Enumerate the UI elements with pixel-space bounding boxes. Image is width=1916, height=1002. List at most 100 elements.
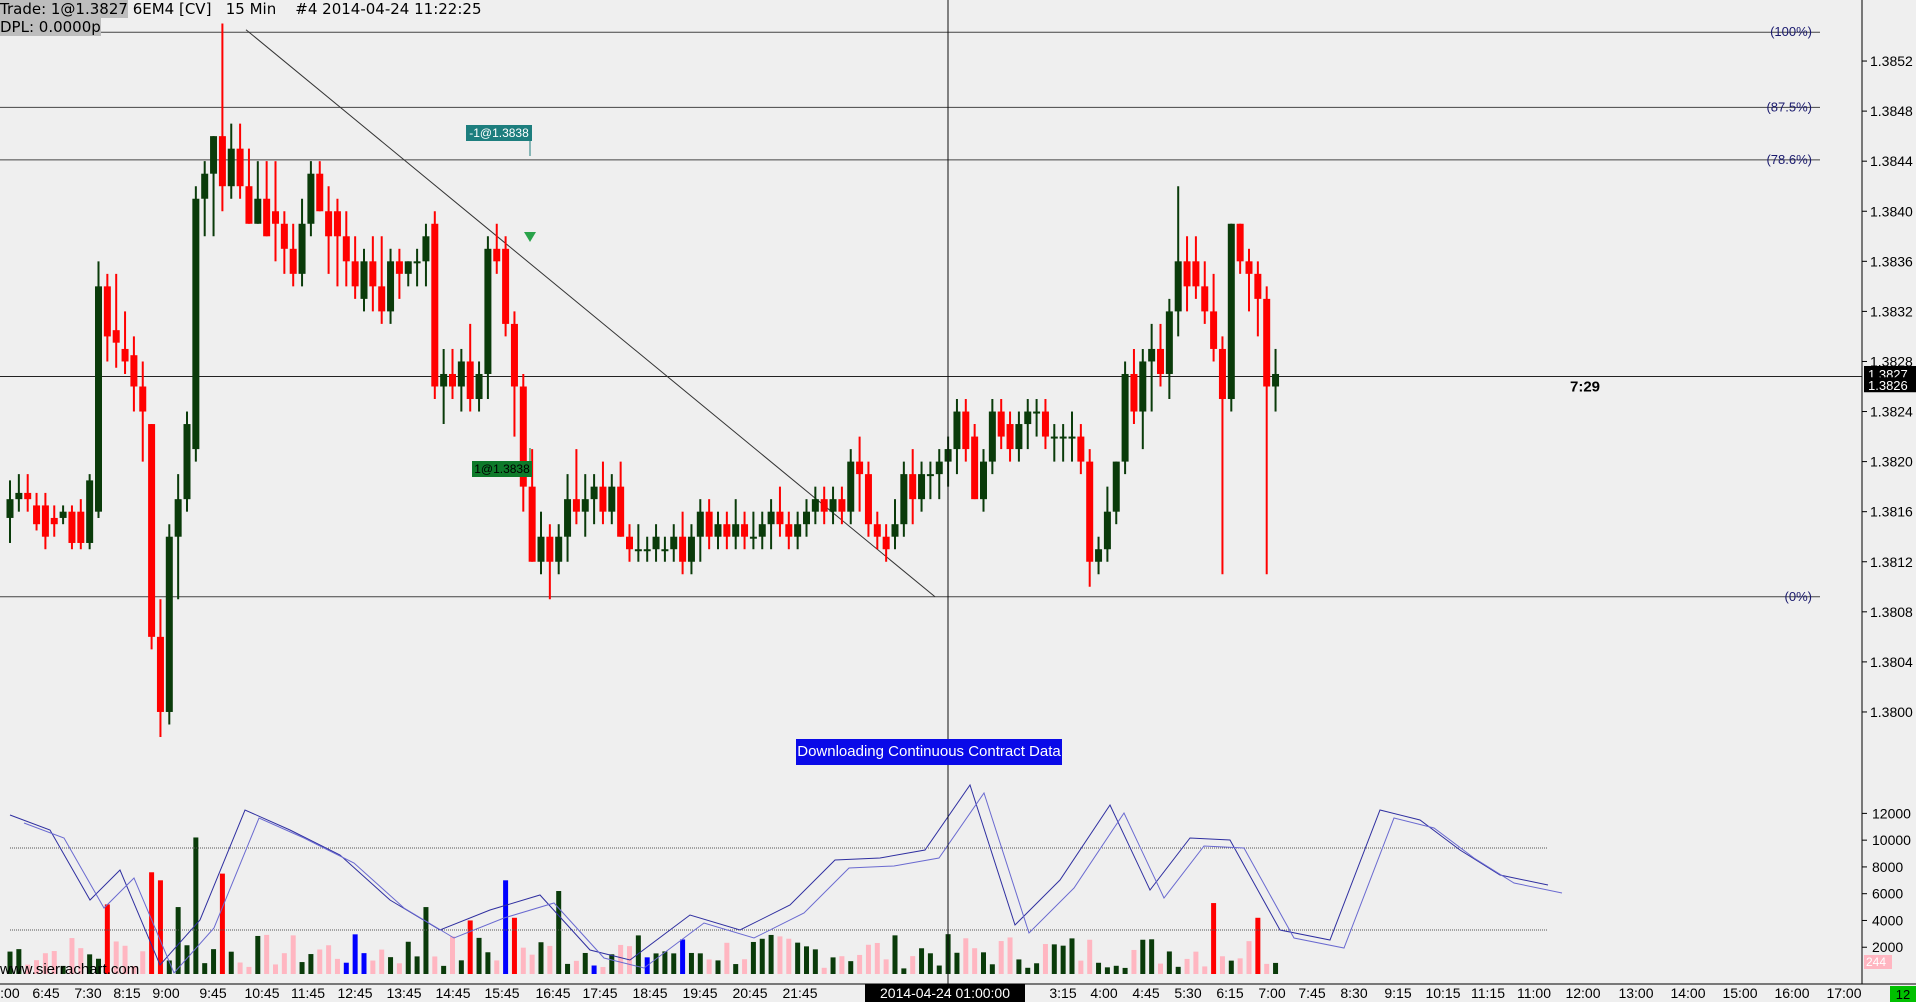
cursor-time-label: 2014-04-24 01:00:00 bbox=[880, 985, 1010, 1001]
candle-body bbox=[590, 486, 598, 500]
candle-body bbox=[749, 536, 757, 539]
volume-bar bbox=[742, 959, 748, 974]
candle-body bbox=[1272, 373, 1280, 387]
candle-body bbox=[1095, 549, 1103, 562]
candle-body bbox=[165, 536, 173, 712]
time-tick-label: 16:00 bbox=[1774, 985, 1809, 1001]
candle-body bbox=[1227, 223, 1235, 400]
time-tick-label: 14:45 bbox=[435, 985, 470, 1001]
candle-body bbox=[502, 248, 510, 324]
time-tick-label: 3:15 bbox=[1049, 985, 1076, 1001]
candle-body bbox=[1121, 373, 1129, 462]
candle-body bbox=[484, 248, 492, 374]
chart-header: Trade: 1@1.3827 6EM4 [CV] 15 Min #4 2014… bbox=[0, 0, 482, 36]
volume-bar bbox=[423, 907, 429, 974]
volume-bar bbox=[326, 945, 332, 974]
symbol-label: 6EM4 [CV] bbox=[132, 0, 212, 18]
time-tick-label: 8:30 bbox=[1340, 985, 1367, 1001]
fib-levels: (100%) (87.5%) (78.6%) (0%) bbox=[0, 24, 1862, 604]
candle-body bbox=[528, 486, 536, 562]
volume-bar bbox=[308, 954, 314, 974]
candle-body bbox=[378, 286, 386, 312]
volume-tick-label: 12000 bbox=[1872, 805, 1911, 821]
candle-body bbox=[440, 373, 448, 387]
volume-bar bbox=[998, 941, 1004, 974]
price-tick-label: 1.3824 bbox=[1870, 404, 1913, 420]
candle-body bbox=[360, 261, 368, 299]
candle-body bbox=[864, 474, 872, 525]
entry-arrow-icon bbox=[524, 232, 536, 242]
volume-bar bbox=[981, 952, 986, 974]
candle-body bbox=[705, 511, 713, 537]
volume-bar bbox=[848, 961, 854, 974]
time-tick-label: 9:45 bbox=[199, 985, 226, 1001]
bar-countdown: 7:29 bbox=[1570, 379, 1600, 396]
candle-body bbox=[1068, 436, 1076, 439]
candle-body bbox=[891, 524, 899, 537]
volume-bar bbox=[334, 958, 340, 974]
volume-bar bbox=[299, 962, 305, 974]
volume-bar bbox=[1096, 962, 1102, 974]
candle-body bbox=[236, 148, 244, 187]
candle-body bbox=[493, 248, 501, 262]
time-tick-label: 15:00 bbox=[1722, 985, 1757, 1001]
candle-body bbox=[1157, 348, 1164, 374]
volume-bar bbox=[591, 965, 597, 974]
candle-body bbox=[307, 173, 315, 224]
candle-body bbox=[882, 536, 890, 550]
volume-bar bbox=[1034, 963, 1040, 974]
candle-body bbox=[794, 524, 802, 537]
volume-tick-label: 6000 bbox=[1872, 886, 1903, 902]
volume-bar bbox=[237, 962, 243, 974]
price-chart[interactable]: (100%)(87.5%)(78.6%)(0%) 7:29 1.38521.38… bbox=[0, 0, 1916, 1002]
volume-bar bbox=[910, 956, 916, 974]
trade-label: Trade: 1@1.3827 bbox=[0, 0, 128, 18]
price-tick-label: 1.3816 bbox=[1870, 504, 1913, 520]
volume-bar bbox=[1237, 958, 1243, 974]
trendline[interactable]: 7:29 bbox=[245, 29, 1600, 598]
time-tick-label: 10:15 bbox=[1425, 985, 1460, 1001]
time-tick-label: 13:45 bbox=[386, 985, 421, 1001]
volume-bar bbox=[379, 949, 385, 974]
candle-body bbox=[24, 492, 32, 500]
volume-bar bbox=[1087, 939, 1093, 974]
candle-body bbox=[599, 486, 607, 512]
candle-body bbox=[626, 536, 633, 550]
time-tick-label: 9:00 bbox=[152, 985, 179, 1001]
volume-bar bbox=[573, 960, 579, 974]
volume-bar bbox=[1051, 944, 1057, 974]
price-tick-label: 1.3840 bbox=[1870, 203, 1913, 219]
chart-root[interactable]: (100%) (87.5%) (78.6%) (0%) 7:29 1.3852 1.38… bbox=[0, 0, 1916, 1002]
time-tick-label: 6:00 bbox=[0, 985, 20, 1001]
volume-bar bbox=[264, 934, 270, 974]
time-tick-label: 11:00 bbox=[1517, 985, 1551, 1001]
candle-body bbox=[475, 373, 483, 400]
candle-body bbox=[333, 211, 341, 237]
time-tick-label: 8:15 bbox=[113, 985, 140, 1001]
volume-bar bbox=[812, 949, 818, 974]
volume-bar bbox=[830, 957, 836, 974]
candle-body bbox=[537, 536, 545, 562]
candle-body bbox=[1059, 436, 1067, 439]
candle-body bbox=[263, 198, 271, 237]
candle-body bbox=[1218, 348, 1226, 400]
volume-bar bbox=[255, 935, 261, 974]
candle-body bbox=[1210, 311, 1218, 349]
candle-body bbox=[1254, 273, 1262, 299]
candle-body bbox=[404, 261, 412, 274]
timeframe-label: 15 Min bbox=[225, 0, 277, 18]
candle-body bbox=[413, 261, 421, 264]
candle-body bbox=[387, 261, 395, 312]
time-tick-label: 9:15 bbox=[1384, 985, 1411, 1001]
candle-body bbox=[431, 223, 439, 387]
candle-body bbox=[785, 524, 793, 537]
time-tick-label: 6:15 bbox=[1216, 985, 1243, 1001]
candle-body bbox=[1086, 461, 1094, 562]
time-tick-label: 17:45 bbox=[582, 985, 617, 1001]
candle-body bbox=[351, 261, 359, 287]
trendline-segment[interactable] bbox=[245, 29, 936, 598]
time-tick-label: 19:45 bbox=[682, 985, 717, 1001]
fib-label: (87.5%) bbox=[1766, 99, 1812, 114]
candle-body bbox=[156, 636, 164, 712]
axes: 1.3852 1.3848 1.3844 1.3840 1.3836 1.3832 1.38… bbox=[0, 0, 1916, 1002]
